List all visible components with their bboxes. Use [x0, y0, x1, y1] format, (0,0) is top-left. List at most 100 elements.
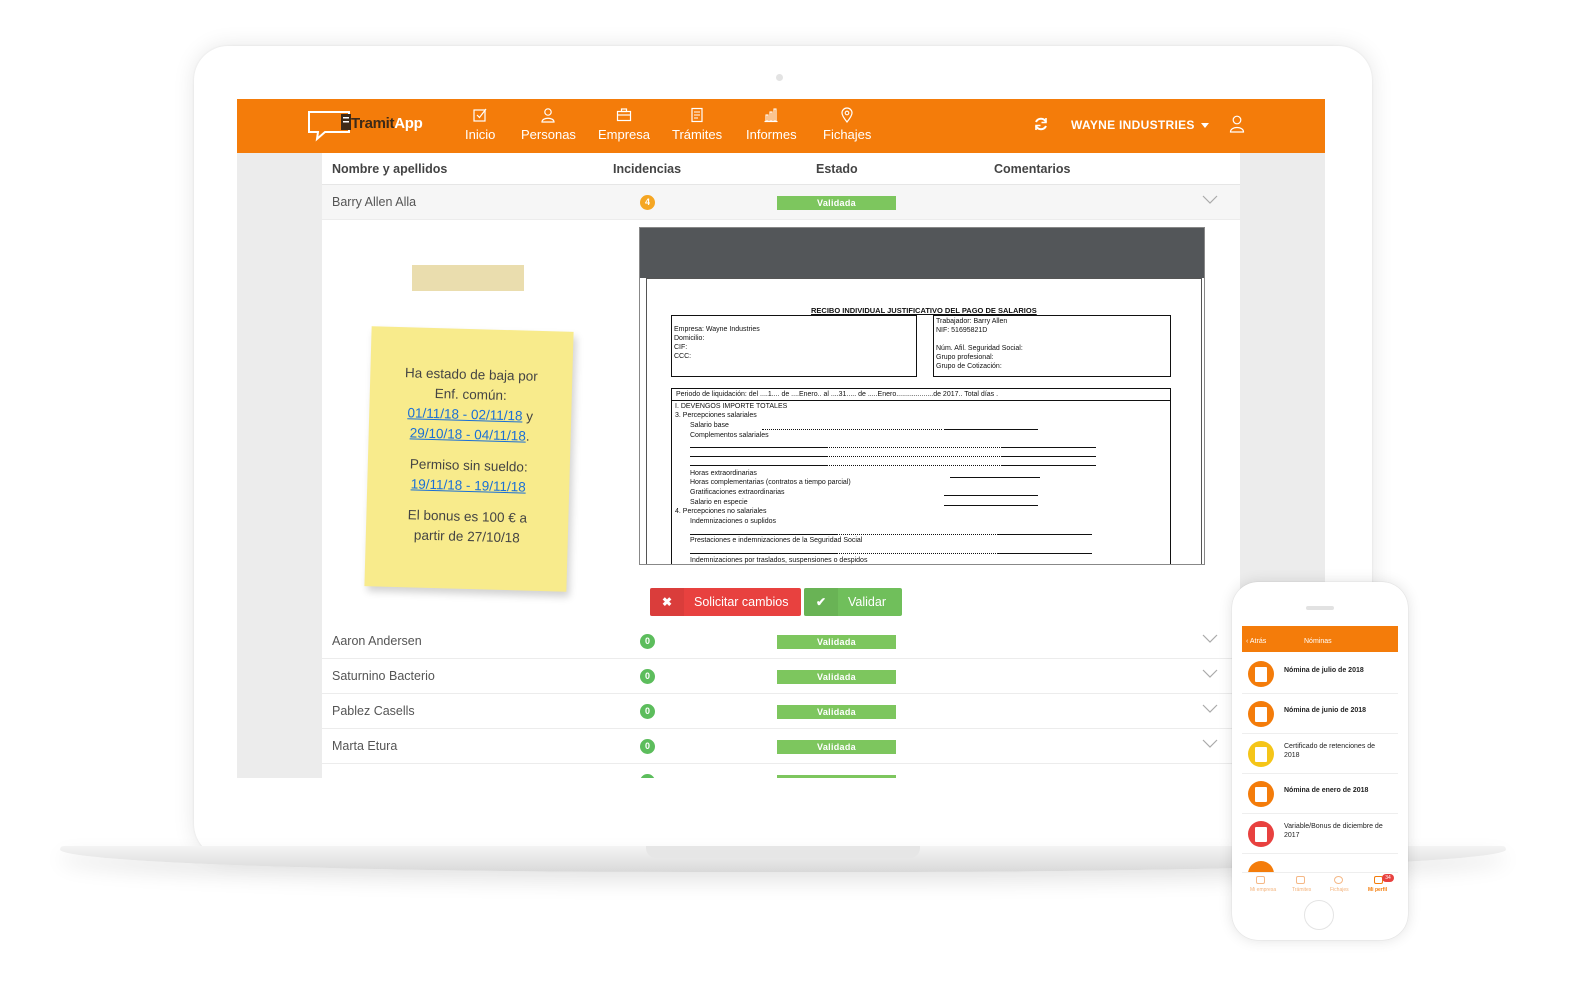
- chevron-down-icon[interactable]: [1202, 739, 1218, 749]
- employee-name: Marta Etura: [332, 739, 398, 753]
- amount-rule: [690, 553, 836, 554]
- phone-frame: ‹ Atrás Nóminas Nómina de julio de 2018 …: [1232, 582, 1408, 940]
- payslip-icon: [1248, 781, 1274, 807]
- pdf-viewer-toolbar: [640, 228, 1204, 278]
- earnings-line: Gratificaciones extraordinarias: [690, 489, 785, 496]
- back-button[interactable]: ‹ Atrás: [1246, 638, 1266, 645]
- date-link[interactable]: 29/10/18 - 04/11/18: [410, 425, 526, 443]
- table-row-partial[interactable]: [322, 764, 1240, 778]
- refresh-icon[interactable]: [1033, 116, 1049, 132]
- list-item[interactable]: Certificado de retenciones de 2018: [1242, 734, 1398, 774]
- worker-box-spacer: [936, 335, 1168, 344]
- nav-fichajes[interactable]: Fichajes: [823, 107, 871, 142]
- employee-name: Pablez Casells: [332, 704, 415, 718]
- request-changes-button[interactable]: ✖ Solicitar cambios: [650, 588, 801, 616]
- list-item[interactable]: Nómina de junio de 2018: [1242, 694, 1398, 734]
- phone-home-button[interactable]: [1304, 900, 1334, 930]
- table-row[interactable]: Saturnino Bacterio 0 Validada: [322, 659, 1240, 694]
- amount-rule: [1002, 465, 1096, 466]
- status-badge: Validada: [777, 705, 896, 719]
- amount-rule: [944, 429, 1038, 430]
- note-line: partir de 27/10/18: [413, 527, 520, 546]
- header-comments: Comentarios: [994, 162, 1071, 176]
- list-item[interactable]: Variable/Bonus de diciembre de 2017: [1242, 814, 1398, 854]
- validate-label: Validar: [848, 595, 886, 609]
- laptop-notch: [646, 846, 920, 858]
- tab-tramites[interactable]: Trámites: [1292, 887, 1311, 893]
- location-pin-icon: [841, 107, 853, 123]
- nav-personas[interactable]: Personas: [521, 107, 576, 142]
- note-tape: [412, 265, 524, 291]
- validate-button[interactable]: ✔ Validar: [804, 588, 902, 616]
- worker-box-line: NIF: 51695821D: [936, 327, 988, 334]
- payslip-icon: [1248, 701, 1274, 727]
- amount-rule: [1002, 447, 1096, 448]
- certificate-icon: [1248, 741, 1274, 767]
- tab-mi-empresa[interactable]: Mi empresa: [1250, 887, 1276, 893]
- table-row[interactable]: Marta Etura 0 Validada: [322, 729, 1240, 764]
- worker-box: Trabajador: Barry Allen NIF: 51695821D N…: [933, 315, 1171, 377]
- chevron-down-icon[interactable]: [1202, 634, 1218, 644]
- earnings-line: I. DEVENGOS IMPORTE TOTALES: [675, 403, 788, 410]
- phone-tab-bar: Mi empresa Trámites Fichajes 34 Mi perfi…: [1242, 872, 1398, 898]
- table-header: Nombre y apellidos Incidencias Estado Co…: [322, 153, 1240, 185]
- table-row[interactable]: Pablez Casells 0 Validada: [322, 694, 1240, 729]
- tab-mi-perfil[interactable]: Mi perfil: [1368, 887, 1387, 893]
- company-box-line: Domicilio:: [674, 335, 705, 342]
- payslip-preview[interactable]: RECIBO INDIVIDUAL JUSTIFICATIVO DEL PAGO…: [639, 227, 1205, 565]
- worker-box-line: Grupo profesional:: [936, 354, 994, 361]
- nav-inicio[interactable]: Inicio: [465, 107, 495, 142]
- back-label: Atrás: [1249, 638, 1267, 645]
- date-link[interactable]: 01/11/18 - 02/11/18: [407, 405, 522, 423]
- amount-rule: [1002, 456, 1096, 457]
- brand-prefix: Tramit: [351, 115, 395, 132]
- dotted-rule: [826, 447, 1002, 448]
- document-icon: [691, 107, 703, 123]
- header-status: Estado: [816, 162, 858, 176]
- list-item[interactable]: Nómina de enero de 2018: [1242, 774, 1398, 814]
- payslip-page: RECIBO INDIVIDUAL JUSTIFICATIVO DEL PAGO…: [646, 278, 1202, 564]
- worker-box-line: Núm. Afil. Seguridad Social:: [936, 345, 1023, 352]
- incidents-badge: 4: [640, 195, 655, 210]
- chevron-down-icon[interactable]: [1202, 195, 1218, 205]
- list-item-label: Nómina de julio de 2018: [1284, 667, 1364, 674]
- incidents-badge: 0: [640, 704, 655, 719]
- request-changes-label: Solicitar cambios: [694, 595, 789, 609]
- amount-rule: [944, 505, 1038, 506]
- chevron-down-icon[interactable]: [1202, 704, 1218, 714]
- bar-chart-icon: [764, 108, 778, 123]
- nav-tramites[interactable]: Trámites: [672, 107, 722, 142]
- nav-informes[interactable]: Informes: [746, 107, 797, 142]
- list-item-label: Certificado de retenciones de 2018: [1284, 743, 1376, 759]
- amount-rule: [690, 534, 836, 535]
- note-period: .: [525, 428, 530, 444]
- employee-name: Barry Allen Alla: [332, 195, 417, 209]
- earnings-line: Salario en especie: [690, 499, 748, 506]
- incidents-badge: 0: [640, 739, 655, 754]
- date-link[interactable]: 19/11/18 - 19/11/18: [411, 476, 526, 494]
- list-item[interactable]: Nómina de julio de 2018: [1242, 654, 1398, 694]
- table-row-expanded[interactable]: Barry Allen Alla 4 Validada: [322, 185, 1240, 220]
- period-rule: [672, 400, 1170, 401]
- user-profile-icon[interactable]: [1229, 115, 1245, 133]
- employee-name: Aaron Andersen: [332, 634, 422, 648]
- status-badge: Validada: [777, 740, 896, 754]
- company-selector[interactable]: WAYNE INDUSTRIES: [1071, 118, 1209, 132]
- company-name: WAYNE INDUSTRIES: [1071, 118, 1195, 132]
- note-line: Permiso sin sueldo:: [409, 456, 528, 475]
- brand-suffix: App: [394, 115, 423, 132]
- table-row[interactable]: Aaron Andersen 0 Validada: [322, 624, 1240, 659]
- nav-empresa[interactable]: Empresa: [598, 107, 650, 142]
- check-square-icon: [473, 108, 487, 122]
- tab-fichajes[interactable]: Fichajes: [1330, 887, 1349, 893]
- worker-box-line: Grupo de Cotización:: [936, 363, 1002, 370]
- amount-rule: [690, 447, 826, 448]
- amount-rule: [690, 465, 826, 466]
- chevron-down-icon[interactable]: [1202, 669, 1218, 679]
- top-navbar: TramitApp Inicio Personas Empresa Trámit…: [237, 99, 1325, 153]
- amount-rule: [690, 456, 826, 457]
- status-badge: Validada: [777, 635, 896, 649]
- mail-tab-icon: [1296, 876, 1305, 884]
- note-joiner: y: [522, 408, 534, 424]
- amount-rule: [950, 477, 1040, 478]
